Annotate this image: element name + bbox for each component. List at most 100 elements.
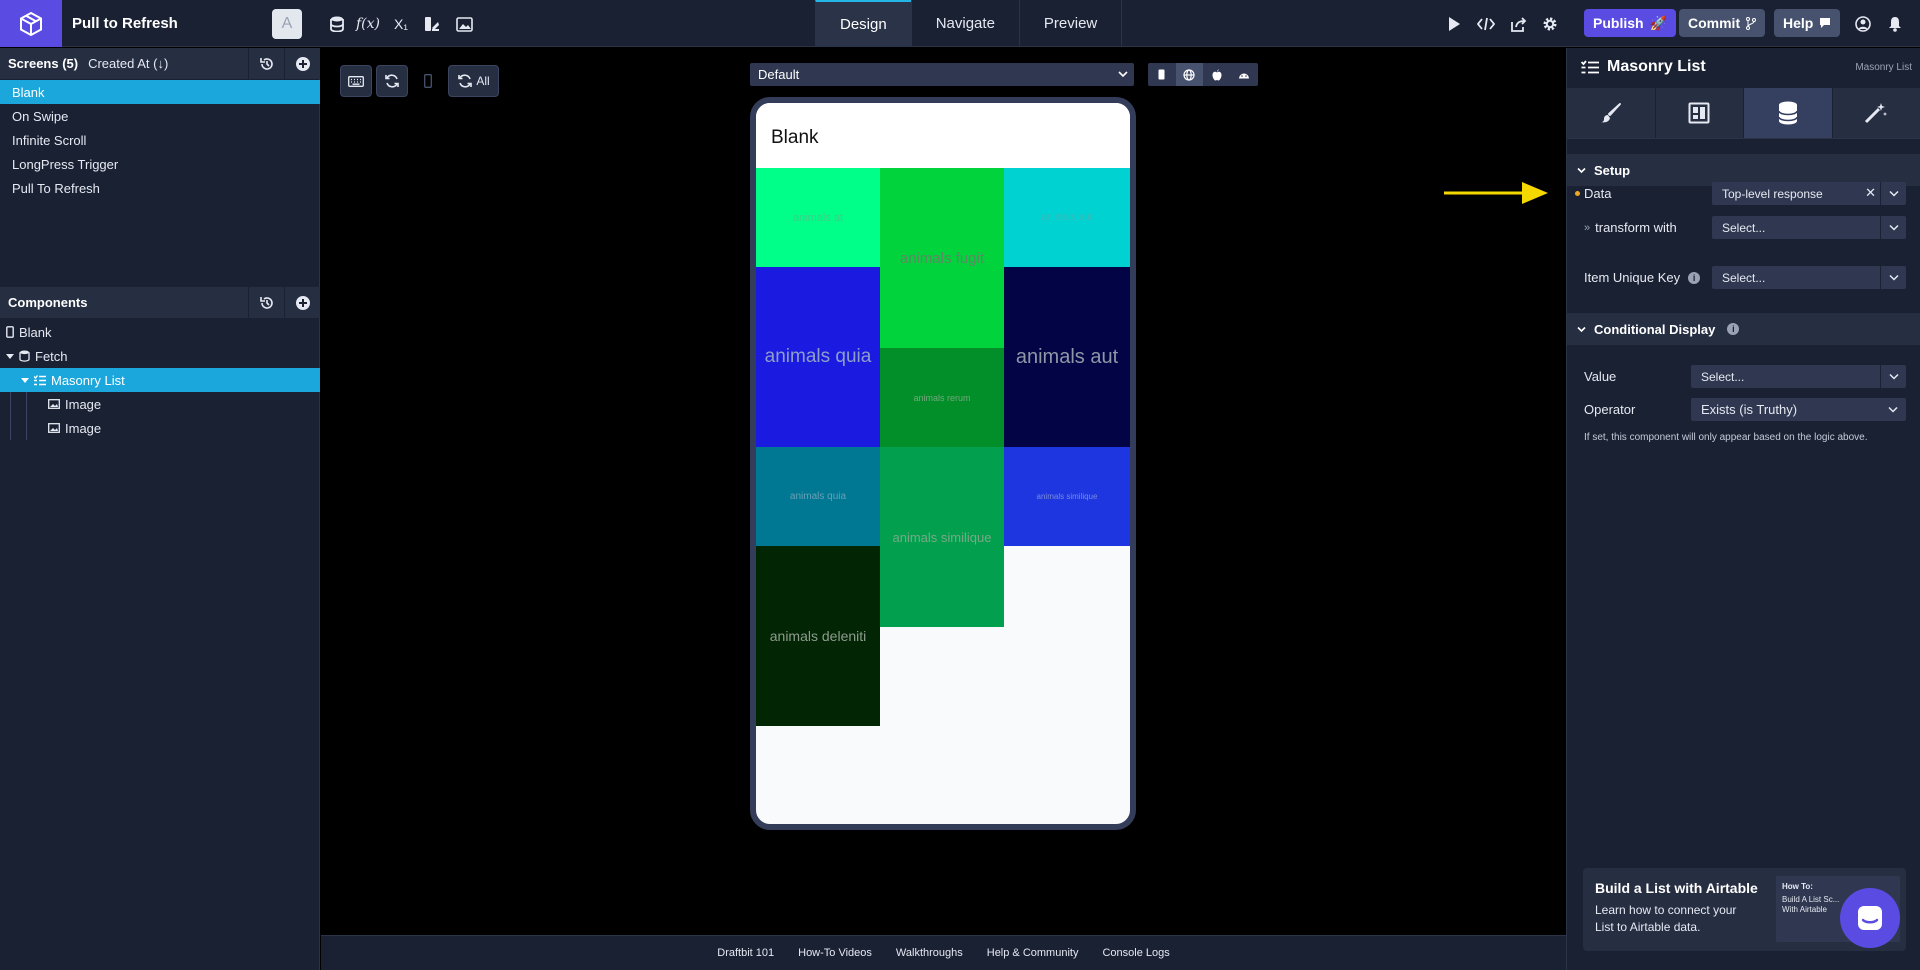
inspector-tabs [1567, 88, 1920, 139]
masonry-tile[interactable]: animals similique [1004, 447, 1130, 546]
screen-item-infinite-scroll[interactable]: Infinite Scroll [0, 128, 320, 152]
operator-select[interactable]: Exists (is Truthy) [1691, 398, 1906, 421]
share-icon[interactable] [1507, 13, 1529, 35]
layout-icon[interactable] [1655, 88, 1744, 138]
publish-button[interactable]: Publish 🚀 [1584, 9, 1676, 37]
tree-item-fetch[interactable]: Fetch [0, 344, 320, 368]
tile-label: animals rerum [913, 392, 971, 403]
magic-icon[interactable] [1832, 88, 1920, 138]
history-icon[interactable] [248, 48, 284, 79]
commit-label: Commit [1688, 15, 1741, 31]
play-icon[interactable] [1443, 13, 1465, 35]
screen-item-longpress-trigger[interactable]: LongPress Trigger [0, 152, 320, 176]
screen-item-pull-to-refresh[interactable]: Pull To Refresh [0, 176, 320, 200]
tile-label: animals similique [892, 529, 992, 545]
caret-down-icon[interactable] [21, 376, 29, 384]
assets-icon[interactable] [421, 13, 443, 35]
inspector-title: Masonry List [1581, 58, 1706, 76]
tab-preview[interactable]: Preview [1018, 0, 1123, 47]
image-icon[interactable] [453, 13, 475, 35]
tree-item-image[interactable]: Image [0, 392, 320, 416]
refresh-all-label: All [476, 74, 490, 88]
tree-item-masonry-list[interactable]: Masonry List [0, 368, 320, 392]
value-select[interactable]: Select... [1691, 365, 1906, 388]
info-icon[interactable]: i [1688, 271, 1701, 284]
device-select[interactable]: Default [750, 63, 1134, 86]
refresh-icon[interactable] [376, 65, 408, 97]
transform-select[interactable]: Select... [1712, 216, 1906, 239]
footer-link-how-to-videos[interactable]: How-To Videos [798, 947, 872, 959]
clear-icon[interactable]: ✕ [1865, 185, 1876, 201]
commit-button[interactable]: Commit [1679, 9, 1766, 37]
tree-item-image[interactable]: Image [0, 416, 320, 440]
masonry-tile[interactable]: animals quia [756, 447, 880, 546]
tile-label: animals quia [789, 491, 847, 502]
notifications-bell-icon[interactable] [1884, 13, 1906, 35]
history-icon[interactable] [248, 287, 284, 318]
footer-link-walkthroughs[interactable]: Walkthroughs [896, 947, 963, 959]
masonry-tile[interactable]: animals deleniti [756, 546, 880, 726]
masonry-tile[interactable]: animals similique [880, 447, 1004, 627]
masonry-tile[interactable]: animals fugit [880, 168, 1004, 348]
masonry-tile[interactable]: animals quia [756, 267, 880, 447]
device-frame-icon[interactable] [412, 65, 444, 97]
data-select-value: Top-level response [1722, 186, 1823, 201]
add-component-icon[interactable] [284, 287, 320, 318]
mode-tabs: Design Navigate Preview [815, 0, 1123, 47]
masonry-tile[interactable]: animals rerum [880, 348, 1004, 447]
code-icon[interactable] [1475, 13, 1497, 35]
operator-label: Operator [1584, 402, 1635, 417]
footer-link-console-logs[interactable]: Console Logs [1102, 947, 1169, 959]
tile-label: animals fugit [899, 249, 985, 267]
item-unique-key-value: Select... [1722, 270, 1766, 285]
tab-navigate[interactable]: Navigate [910, 0, 1019, 47]
data-select[interactable]: Top-level response ✕ [1712, 182, 1906, 205]
android-icon[interactable] [1231, 63, 1259, 86]
screens-sort[interactable]: Created At (↓) [88, 56, 168, 71]
brush-icon[interactable] [1567, 88, 1656, 138]
design-canvas: All Default Blank animals at animals fug… [321, 48, 1566, 935]
draftbit-logo-icon[interactable] [0, 0, 62, 47]
function-icon[interactable]: f(x) [356, 13, 380, 35]
tree-item-blank[interactable]: Blank [0, 320, 320, 344]
item-unique-key-select[interactable]: Select... [1712, 266, 1906, 289]
screen-item-blank[interactable]: Blank [0, 80, 320, 104]
footer-link-help-community[interactable]: Help & Community [987, 947, 1079, 959]
help-button[interactable]: Help [1774, 9, 1841, 37]
data-icon[interactable] [1744, 88, 1833, 138]
subscript-icon[interactable]: X₁ [390, 13, 412, 35]
tree-guide-line [10, 392, 11, 440]
masonry-tile[interactable]: animals aut [1004, 168, 1130, 267]
tab-design[interactable]: Design [815, 0, 911, 47]
screen-header: Blank [756, 103, 1130, 168]
tree-item-label: Image [65, 396, 102, 412]
data-bound-dot [1575, 191, 1580, 196]
conditional-display-section-header[interactable]: Conditional Display i [1567, 313, 1920, 345]
annotation-arrow-right [1444, 182, 1548, 204]
refresh-all-button[interactable]: All [448, 65, 499, 97]
keyboard-icon[interactable] [340, 65, 372, 97]
app-icon-avatar[interactable]: A [272, 9, 302, 39]
account-icon[interactable] [1852, 13, 1874, 35]
item-unique-key-label: Item Unique Key i [1584, 270, 1701, 285]
footer-link-draftbit-101[interactable]: Draftbit 101 [717, 947, 774, 959]
mobile-icon[interactable] [1148, 63, 1176, 86]
add-screen-icon[interactable] [284, 48, 320, 79]
phone-preview: Blank animals at animals fugit animals a… [750, 97, 1136, 830]
tile-label: animals quia [764, 346, 872, 367]
web-icon[interactable] [1175, 63, 1203, 86]
setup-heading: Setup [1594, 162, 1631, 178]
caret-down-icon[interactable] [6, 352, 14, 360]
chat-icon [1819, 17, 1831, 29]
masonry-tile[interactable]: animals aut [1004, 267, 1130, 447]
settings-gear-icon[interactable] [1539, 13, 1561, 35]
database-icon[interactable] [326, 13, 348, 35]
info-icon[interactable]: i [1727, 323, 1740, 335]
masonry-tile[interactable]: animals at [756, 168, 880, 267]
project-name[interactable]: Pull to Refresh [72, 15, 178, 32]
apple-icon[interactable] [1203, 63, 1231, 86]
value-label-text: Value [1584, 369, 1617, 384]
support-chat-button[interactable] [1840, 888, 1900, 948]
list-icon [34, 374, 46, 386]
screen-item-on-swipe[interactable]: On Swipe [0, 104, 320, 128]
